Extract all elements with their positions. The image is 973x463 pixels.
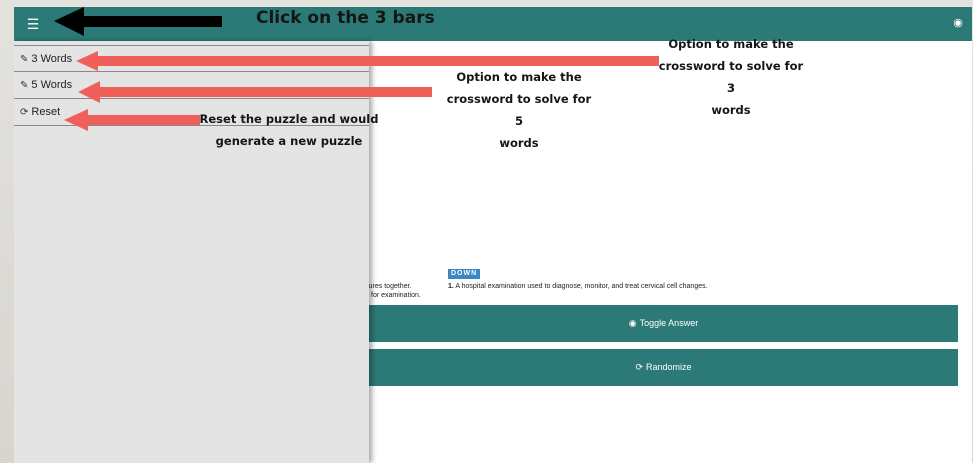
sidebar-item-reset[interactable]: ⟳ Reset bbox=[14, 99, 369, 126]
hamburger-menu-button[interactable]: ☰ bbox=[22, 14, 44, 34]
clue-text: A hospital examination used to diagnose,… bbox=[455, 283, 708, 290]
refresh-icon: ⟳ bbox=[20, 107, 29, 118]
eye-icon[interactable]: ◉ bbox=[950, 15, 966, 31]
sidebar-item-5-words[interactable]: ✎ 5 Words bbox=[14, 72, 369, 99]
randomize-label: Randomize bbox=[646, 362, 692, 372]
down-clue-1: 1. A hospital examination used to diagno… bbox=[448, 282, 708, 291]
top-bar: ☰ ◉ bbox=[14, 7, 972, 41]
refresh-icon: ⟳ bbox=[635, 362, 643, 372]
side-menu: ✎ 3 Words ✎ 5 Words ⟳ Reset bbox=[14, 41, 369, 463]
crossword-app: ☰ ◉ ✎ 3 Words ✎ 5 Words ⟳ Reset ructures to… bbox=[14, 7, 972, 463]
sidebar-item-label: 3 Words bbox=[31, 53, 73, 65]
toggle-answer-button[interactable]: ◉ Toggle Answer bbox=[369, 305, 958, 342]
randomize-button[interactable]: ⟳ Randomize bbox=[369, 349, 958, 386]
toggle-answer-label: Toggle Answer bbox=[639, 318, 699, 328]
down-heading: DOWN bbox=[448, 269, 481, 279]
edit-icon: ✎ bbox=[20, 54, 29, 65]
hamburger-icon: ☰ bbox=[26, 16, 40, 32]
sidebar-item-3-words[interactable]: ✎ 3 Words bbox=[14, 45, 369, 72]
clue-number: 1. bbox=[448, 283, 454, 290]
edit-icon: ✎ bbox=[20, 80, 29, 91]
sidebar-item-label: 5 Words bbox=[31, 79, 73, 91]
eye-icon: ◉ bbox=[628, 318, 637, 328]
sidebar-item-label: Reset bbox=[31, 106, 61, 118]
